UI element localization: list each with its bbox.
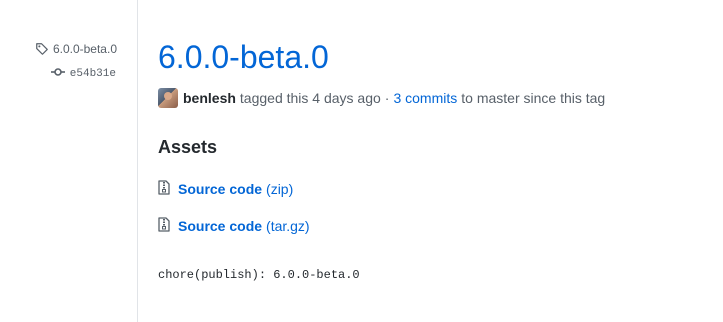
assets-heading: Assets <box>158 137 218 157</box>
release-sidebar: 6.0.0-beta.0 e54b31e <box>0 0 138 322</box>
asset-ext: (tar.gz) <box>266 218 310 234</box>
release-meta: benlesh tagged this 4 days ago · 3 commi… <box>158 88 605 108</box>
asset-zip-link[interactable]: Source code (zip) <box>158 180 293 198</box>
separator: · <box>384 90 390 106</box>
asset-ext: (zip) <box>266 181 294 197</box>
commit-sha: e54b31e <box>69 68 116 80</box>
asset-targz-link[interactable]: Source code (tar.gz) <box>158 217 310 235</box>
asset-name: Source code <box>178 218 263 234</box>
file-zip-icon <box>158 217 178 235</box>
tag-link[interactable]: 6.0.0-beta.0 <box>35 42 117 56</box>
release-title[interactable]: 6.0.0-beta.0 <box>158 39 329 75</box>
tag-icon <box>35 42 49 56</box>
commit-link[interactable]: e54b31e <box>50 67 116 81</box>
author-link[interactable]: benlesh <box>183 90 236 106</box>
release-page: 6.0.0-beta.0 e54b31e 6.0.0-beta.0 benles… <box>0 0 723 322</box>
file-zip-icon <box>158 180 178 198</box>
avatar[interactable] <box>158 88 178 108</box>
commit-message: chore(publish): 6.0.0-beta.0 <box>158 268 360 282</box>
commits-suffix: to master since this tag <box>461 90 606 106</box>
tagged-text: tagged this 4 days ago <box>239 90 381 106</box>
tag-name: 6.0.0-beta.0 <box>52 42 117 56</box>
asset-name: Source code <box>178 181 263 197</box>
commit-icon <box>50 67 65 81</box>
commits-link[interactable]: 3 commits <box>393 90 457 106</box>
